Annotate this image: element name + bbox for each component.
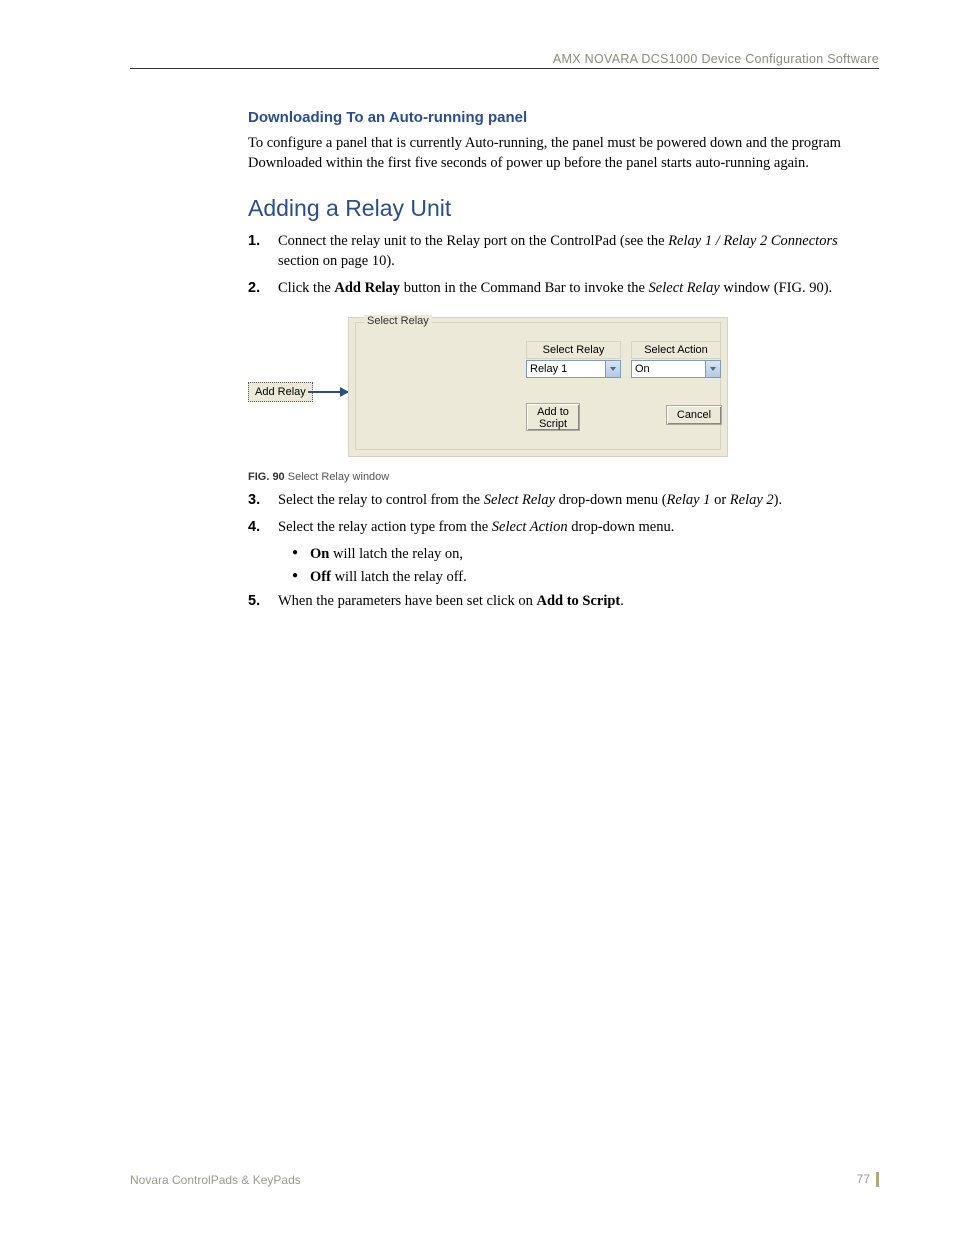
marker-4: 4.: [248, 518, 266, 538]
bullet-on: On will latch the relay on,: [292, 546, 879, 563]
add-to-script-button[interactable]: Add to Script: [526, 403, 580, 431]
step3-mid: drop-down menu (: [555, 492, 667, 508]
step3-or: or: [710, 492, 729, 508]
figure-caption-rest: Select Relay window: [285, 471, 390, 483]
groupbox-label: Select Relay: [364, 315, 432, 327]
step1-pre: Connect the relay unit to the Relay port…: [278, 233, 668, 249]
step5-pre: When the parameters have been set click …: [278, 593, 536, 609]
chevron-down-icon[interactable]: [705, 361, 720, 377]
page-footer: Novara ControlPads & KeyPads 77: [130, 1172, 879, 1187]
step3-em1: Select Relay: [484, 492, 555, 508]
running-header: AMX NOVARA DCS1000 Device Configuration …: [130, 52, 879, 69]
figure-90: Add Relay Select Relay Select Relay Rela…: [248, 317, 879, 483]
step-3: 3. Select the relay to control from the …: [248, 491, 879, 511]
marker-1: 1.: [248, 232, 266, 271]
footer-left: Novara ControlPads & KeyPads: [130, 1173, 301, 1187]
select-action-label: Select Action: [631, 341, 721, 359]
step-5: 5. When the parameters have been set cli…: [248, 592, 879, 612]
step2-em: Select Relay: [649, 280, 720, 296]
step2-post: window (FIG. 90).: [720, 280, 832, 296]
step3-pre: Select the relay to control from the: [278, 492, 484, 508]
select-relay-label: Select Relay: [526, 341, 621, 359]
step4-em: Select Action: [492, 519, 568, 535]
heading-downloading: Downloading To an Auto-running panel: [248, 109, 879, 126]
step5-b: Add to Script: [536, 593, 620, 609]
bullet-on-rest: will latch the relay on,: [329, 546, 463, 562]
page-number: 77: [857, 1172, 879, 1187]
chevron-down-icon[interactable]: [605, 361, 620, 377]
step4-pre: Select the relay action type from the: [278, 519, 492, 535]
marker-2: 2.: [248, 279, 266, 299]
step5-post: .: [620, 593, 624, 609]
figure-caption: FIG. 90 Select Relay window: [248, 471, 879, 483]
heading-adding-relay: Adding a Relay Unit: [248, 195, 879, 222]
cancel-button[interactable]: Cancel: [666, 405, 722, 425]
step3-em2: Relay 1: [667, 492, 711, 508]
select-relay-value: Relay 1: [527, 363, 605, 375]
step-2: 2. Click the Add Relay button in the Com…: [248, 279, 879, 299]
arrow-icon: [308, 391, 348, 393]
select-action-value: On: [632, 363, 705, 375]
bullet-off-bold: Off: [310, 569, 331, 585]
step2-pre: Click the: [278, 280, 334, 296]
step-1: 1. Connect the relay unit to the Relay p…: [248, 232, 879, 271]
step2-mid: button in the Command Bar to invoke the: [400, 280, 648, 296]
select-relay-window: Select Relay Select Relay Relay 1 Select…: [348, 317, 728, 457]
step1-em: Relay 1 / Relay 2 Connectors: [668, 233, 838, 249]
marker-5: 5.: [248, 592, 266, 612]
step1-post: section on page 10).: [278, 253, 395, 269]
marker-3: 3.: [248, 491, 266, 511]
groupbox: Select Relay Select Relay Relay 1 Select…: [355, 322, 721, 450]
step3-em3: Relay 2: [730, 492, 774, 508]
select-relay-dropdown[interactable]: Relay 1: [526, 360, 621, 378]
step2-b: Add Relay: [334, 280, 400, 296]
step3-post: ).: [774, 492, 782, 508]
step4-post: drop-down menu.: [568, 519, 675, 535]
bullet-off: Off will latch the relay off.: [292, 569, 879, 586]
bullet-on-bold: On: [310, 546, 329, 562]
bullet-off-rest: will latch the relay off.: [331, 569, 467, 585]
select-action-dropdown[interactable]: On: [631, 360, 721, 378]
add-relay-button[interactable]: Add Relay: [248, 382, 313, 402]
step-4: 4. Select the relay action type from the…: [248, 518, 879, 538]
para-downloading: To configure a panel that is currently A…: [248, 134, 879, 173]
figure-caption-bold: FIG. 90: [248, 471, 285, 483]
